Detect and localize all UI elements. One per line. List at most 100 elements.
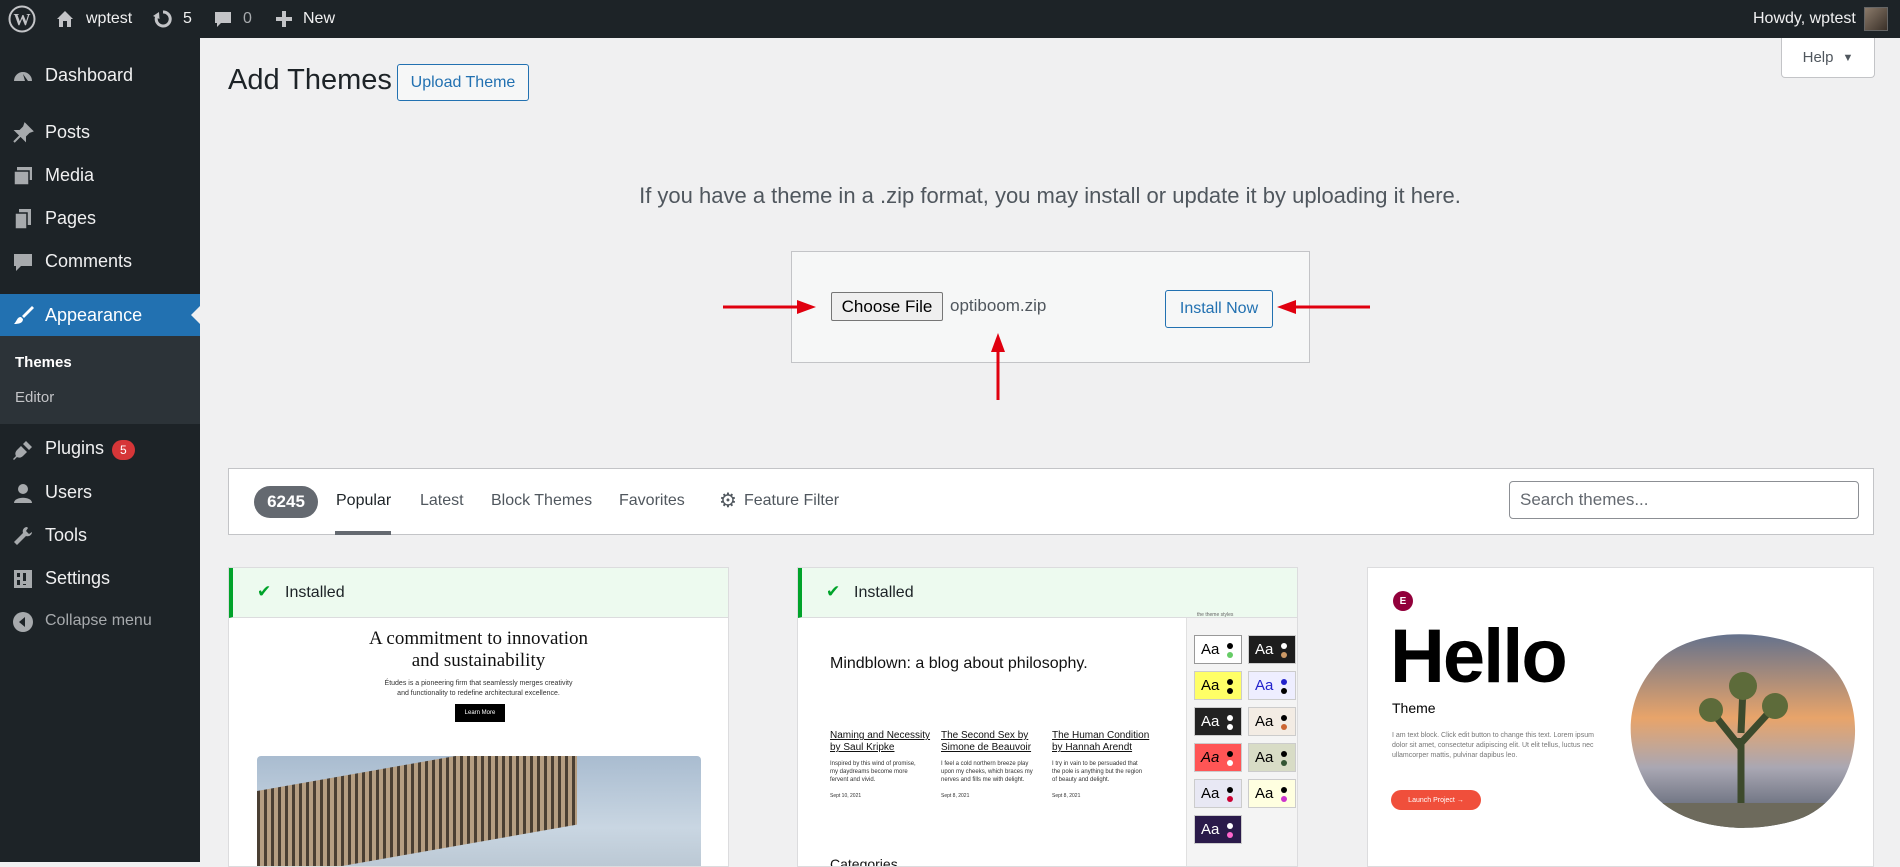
theme-preview-body: I am text block. Click edit button to ch… bbox=[1392, 731, 1627, 761]
collapse-menu-button[interactable]: Collapse menu bbox=[0, 601, 200, 641]
site-name-link[interactable]: wptest bbox=[54, 0, 132, 38]
my-account-link[interactable]: Howdy, wptest bbox=[1753, 0, 1888, 38]
post-excerpt: nerves and fills me with delight. bbox=[941, 777, 1025, 783]
sidebar-item-label: Plugins 5 bbox=[45, 438, 135, 460]
theme-preview-heading: Mindblown: a blog about philosophy. bbox=[830, 655, 1088, 672]
tab-block-themes[interactable]: Block Themes bbox=[491, 492, 592, 510]
tab-favorites[interactable]: Favorites bbox=[619, 492, 685, 510]
sidebar-item-label: Pages bbox=[45, 207, 97, 228]
style-variations-panel: the theme styles Aa Aa Aa Aa Aa Aa Aa Aa… bbox=[1186, 612, 1297, 866]
page-title: Add Themes bbox=[228, 64, 392, 96]
submenu-themes[interactable]: Themes bbox=[15, 354, 72, 371]
submenu-editor[interactable]: Editor bbox=[15, 389, 54, 406]
checkmark-icon: ✔ bbox=[257, 582, 272, 601]
sliders-icon bbox=[14, 570, 32, 588]
new-content-link[interactable]: New bbox=[275, 0, 335, 38]
updates-count: 5 bbox=[183, 10, 192, 27]
post-date: Sept 8, 2021 bbox=[1052, 793, 1081, 799]
post-title: by Hannah Arendt bbox=[1052, 742, 1133, 753]
dashboard-icon bbox=[14, 72, 32, 81]
install-now-button[interactable]: Install Now bbox=[1165, 290, 1273, 328]
preview-launch-button: Launch Project → bbox=[1391, 790, 1481, 810]
sidebar-item-plugins[interactable]: Plugins 5 bbox=[0, 429, 200, 469]
upload-theme-button[interactable]: Upload Theme bbox=[397, 64, 529, 101]
appearance-submenu: Themes Editor bbox=[0, 336, 200, 424]
swatch-label: Aa bbox=[1201, 677, 1220, 694]
comments-link[interactable]: 0 bbox=[213, 0, 252, 38]
sidebar-item-posts[interactable]: Posts bbox=[0, 112, 200, 152]
body-line: dolor sit amet, consectetur adipiscing e… bbox=[1392, 742, 1594, 749]
theme-card-twenty-twenty-three[interactable]: ✔ Installed Mindblown: a blog about phil… bbox=[797, 567, 1298, 867]
swatch-label: Aa bbox=[1201, 641, 1220, 658]
sidebar-item-tools[interactable]: Tools bbox=[0, 515, 200, 555]
post-excerpt: I feel a cold northern breeze play bbox=[941, 761, 1029, 767]
help-tab-button[interactable]: Help ▼ bbox=[1781, 38, 1875, 78]
post-title: The Human Condition bbox=[1052, 730, 1150, 741]
sidebar-item-label: Comments bbox=[45, 250, 133, 271]
preview-post: The Human Condition by Hannah Arendt I t… bbox=[1052, 730, 1162, 802]
new-label: New bbox=[303, 10, 336, 27]
plug-icon bbox=[13, 441, 32, 460]
choose-file-button[interactable]: Choose File bbox=[831, 292, 943, 321]
sidebar-item-dashboard[interactable]: Dashboard bbox=[0, 55, 200, 95]
tab-latest[interactable]: Latest bbox=[420, 492, 464, 510]
brush-icon bbox=[14, 306, 34, 324]
admin-sidebar: Dashboard Posts Media Pages Comments App… bbox=[0, 38, 200, 862]
sidebar-item-comments[interactable]: Comments bbox=[0, 241, 200, 281]
sidebar-item-media[interactable]: Media bbox=[0, 155, 200, 195]
svg-text:W: W bbox=[14, 10, 31, 29]
media-icon bbox=[13, 167, 32, 186]
swatch-label: Aa bbox=[1255, 785, 1274, 802]
active-menu-pointer bbox=[191, 306, 200, 324]
tab-popular[interactable]: Popular bbox=[336, 492, 391, 510]
post-title: Simone de Beauvoir bbox=[941, 742, 1032, 753]
theme-card-etudes[interactable]: ✔ Installed A commitment to innovation a… bbox=[228, 567, 729, 867]
active-tab-indicator bbox=[335, 531, 391, 535]
swatch-label: Aa bbox=[1255, 749, 1274, 766]
sidebar-item-settings[interactable]: Settings bbox=[0, 558, 200, 598]
sidebar-item-pages[interactable]: Pages bbox=[0, 198, 200, 238]
theme-card-hello-elementor[interactable]: E Hello Theme I am text block. Click edi… bbox=[1367, 567, 1874, 867]
style-swatch: Aa bbox=[1194, 635, 1242, 664]
installed-label: Installed bbox=[285, 584, 345, 601]
search-themes-input[interactable] bbox=[1509, 481, 1859, 519]
sidebar-item-users[interactable]: Users bbox=[0, 472, 200, 512]
sidebar-item-label: Media bbox=[45, 164, 95, 185]
swatch-label: Aa bbox=[1201, 821, 1220, 838]
wordpress-logo-icon[interactable]: W bbox=[8, 0, 36, 38]
sidebar-item-label: Appearance bbox=[45, 304, 143, 325]
plugins-update-badge: 5 bbox=[112, 439, 135, 460]
installed-notice: ✔ Installed bbox=[798, 568, 1297, 618]
user-icon bbox=[14, 484, 32, 503]
post-excerpt: the pole is anything but the region bbox=[1052, 769, 1143, 775]
caret-down-icon: ▼ bbox=[1842, 51, 1854, 64]
pin-icon bbox=[13, 122, 34, 143]
post-title: by Saul Kripke bbox=[830, 742, 895, 753]
post-excerpt: fervent and vivid. bbox=[830, 777, 876, 783]
sidebar-item-label: Settings bbox=[45, 567, 111, 588]
post-excerpt: Inspired by this wind of promise, bbox=[830, 761, 916, 767]
avatar bbox=[1863, 7, 1888, 31]
selected-file-name: optiboom.zip bbox=[950, 296, 1047, 315]
style-swatch: Aa bbox=[1194, 743, 1242, 772]
headline-line: and sustainability bbox=[411, 650, 546, 671]
theme-filter-bar: 6245 Popular Latest Block Themes Favorit… bbox=[228, 468, 1874, 535]
checkmark-icon: ✔ bbox=[826, 582, 841, 601]
sidebar-item-appearance[interactable]: Appearance bbox=[0, 294, 200, 336]
admin-bar: W wptest 5 0 New Howdy, wptest bbox=[0, 0, 1900, 38]
preview-post: Naming and Necessity by Saul Kripke Insp… bbox=[830, 730, 940, 802]
preview-learn-more-button: Learn More bbox=[455, 704, 505, 722]
feature-filter-label: Feature Filter bbox=[743, 492, 840, 509]
upload-form: Choose File optiboom.zip Install Now bbox=[791, 251, 1310, 363]
sidebar-item-label: Tools bbox=[45, 524, 88, 545]
updates-link[interactable]: 5 bbox=[152, 0, 192, 38]
post-excerpt: my daydreams become more bbox=[830, 769, 908, 775]
style-swatch: Aa bbox=[1194, 779, 1242, 808]
swatch-label: Aa bbox=[1201, 749, 1220, 766]
pages-icon bbox=[14, 209, 31, 230]
swatch-label: Aa bbox=[1255, 641, 1274, 658]
howdy-text: Howdy, wptest bbox=[1753, 10, 1856, 27]
post-date: Sept 8, 2021 bbox=[941, 793, 970, 799]
preview-post: The Second Sex by Simone de Beauvoir I f… bbox=[941, 730, 1051, 802]
feature-filter-button[interactable]: ⚙ Feature Filter bbox=[719, 491, 840, 511]
